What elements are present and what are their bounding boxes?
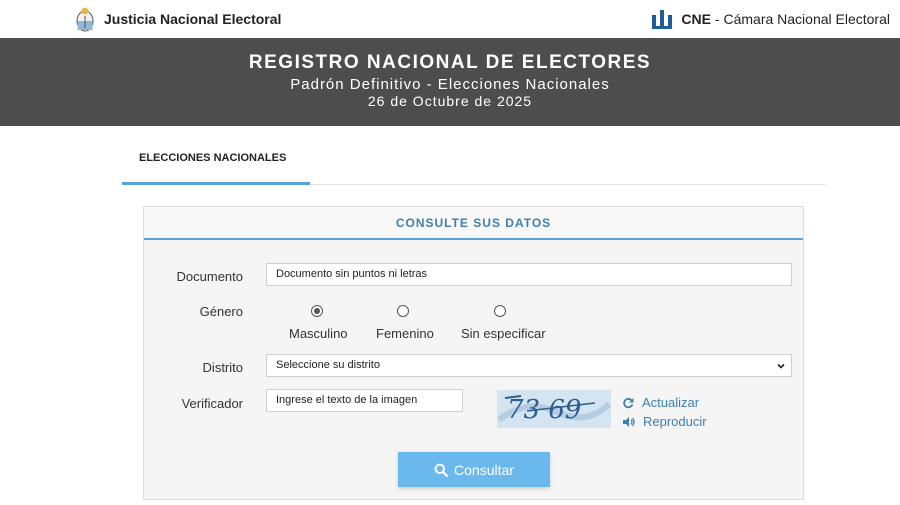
chevron-down-icon	[777, 363, 785, 369]
radio-sin-especificar[interactable]	[494, 305, 506, 317]
panel-heading: CONSULTE SUS DATOS	[144, 207, 803, 240]
captcha-text: 73 69	[507, 395, 581, 425]
captcha-graphic: 73 69	[497, 390, 611, 428]
hero-banner: REGISTRO NACIONAL DE ELECTORES Padrón De…	[0, 38, 900, 126]
national-shield-icon	[76, 7, 94, 32]
search-icon	[434, 463, 448, 477]
tab-bar: ELECCIONES NACIONALES	[122, 140, 826, 185]
actualizar-label: Actualizar	[642, 395, 700, 410]
reproducir-link[interactable]: Reproducir	[622, 414, 707, 429]
radio-label-masculino: Masculino	[289, 326, 348, 341]
page-subtitle: Padrón Definitivo - Elecciones Nacionale…	[290, 76, 610, 93]
page-title: REGISTRO NACIONAL DE ELECTORES	[248, 52, 652, 73]
refresh-icon	[623, 397, 634, 408]
cne-brand-link[interactable]: CNE - Cámara Nacional Electoral	[651, 4, 890, 34]
verificador-label: Verificador	[181, 396, 243, 411]
documento-input[interactable]: Documento sin puntos ni letras	[266, 263, 792, 286]
cne-full-name: - Cámara Nacional Electoral	[714, 11, 890, 27]
consultar-button[interactable]: Consultar	[398, 452, 550, 487]
distrito-select[interactable]: Seleccione su distrito	[266, 354, 792, 377]
actualizar-link[interactable]: Actualizar	[622, 395, 699, 410]
radio-label-femenino: Femenino	[376, 326, 434, 341]
distrito-label: Distrito	[202, 360, 243, 375]
radio-masculino[interactable]	[311, 305, 323, 317]
brand-name: Justicia Nacional Electoral	[104, 11, 282, 27]
documento-label: Documento	[176, 269, 243, 284]
cne-acronym: CNE	[681, 11, 711, 27]
verificador-input[interactable]: Ingrese el texto de la imagen	[266, 389, 463, 412]
consultar-label: Consultar	[454, 461, 514, 478]
distrito-selected-value: Seleccione su distrito	[276, 359, 380, 371]
top-bar: Justicia Nacional Electoral CNE - Cámara…	[0, 0, 900, 38]
election-date: 26 de Octubre de 2025	[367, 93, 533, 109]
reproducir-label: Reproducir	[643, 414, 707, 429]
genero-label: Género	[199, 304, 243, 319]
volume-icon	[623, 416, 635, 427]
cne-logo-icon	[652, 10, 673, 29]
justicia-brand-link[interactable]: Justicia Nacional Electoral	[76, 4, 281, 34]
tab-elecciones-nacionales[interactable]: ELECCIONES NACIONALES	[122, 140, 310, 185]
radio-femenino[interactable]	[397, 305, 409, 317]
captcha-image: 73 69	[497, 390, 611, 428]
radio-label-sin-especificar: Sin especificar	[461, 326, 546, 341]
